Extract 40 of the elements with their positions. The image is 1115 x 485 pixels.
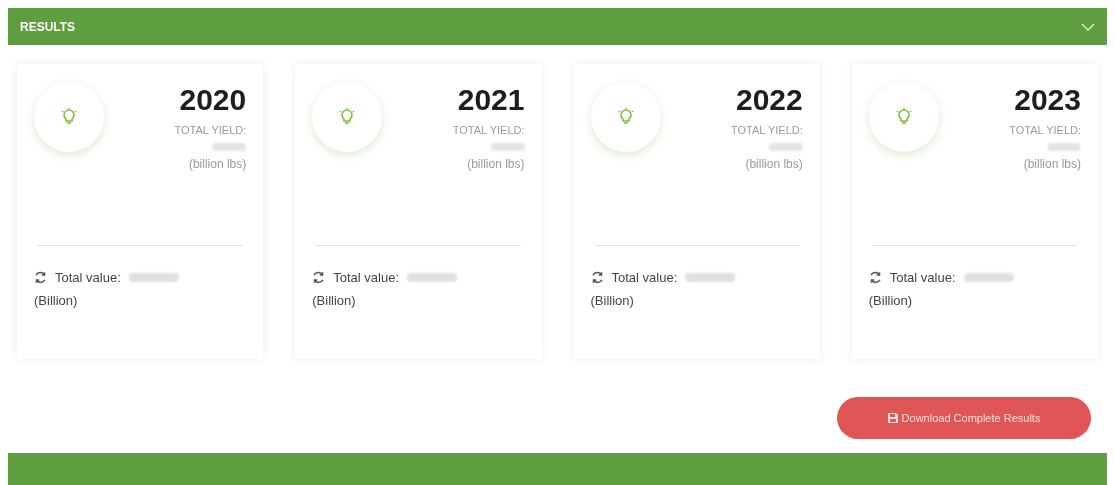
- refresh-icon: [590, 271, 604, 285]
- lightbulb-icon: [339, 108, 356, 127]
- yield-label: TOTAL YIELD:: [174, 123, 247, 139]
- redacted-value: [768, 142, 803, 151]
- year-heading: 2022: [736, 82, 803, 119]
- unit-label: (billion lbs): [745, 155, 803, 173]
- value-unit: (Billion): [34, 292, 79, 311]
- redacted-value: [490, 142, 525, 151]
- year-heading: 2021: [457, 82, 525, 119]
- value-unit: (Billion): [312, 292, 357, 311]
- refresh-icon: [868, 271, 882, 285]
- lightbulb-icon: [617, 108, 634, 127]
- redacted-value: [407, 273, 457, 283]
- redacted-value: [685, 273, 736, 283]
- yield-label: TOTAL YIELD:: [452, 123, 525, 139]
- yield-label: TOTAL YIELD:: [1009, 123, 1081, 139]
- refresh-icon: [312, 271, 326, 285]
- download-button[interactable]: Download Complete Results: [837, 397, 1091, 440]
- value-unit: (Billion): [590, 292, 635, 311]
- value-unit: (Billion): [868, 292, 914, 311]
- year-heading: 2020: [179, 82, 247, 119]
- value-label: Total value:: [611, 268, 678, 287]
- unit-label: (billion lbs): [467, 155, 525, 173]
- unit-label: (billion lbs): [188, 155, 247, 173]
- redacted-value: [212, 142, 247, 151]
- lightbulb-icon: [895, 108, 912, 127]
- year-heading: 2023: [1014, 82, 1081, 119]
- section-title: RESULTS: [20, 18, 76, 36]
- yield-label: TOTAL YIELD:: [731, 123, 803, 139]
- redacted-value: [1047, 142, 1081, 151]
- value-label: Total value:: [333, 268, 399, 287]
- value-label: Total value:: [55, 268, 121, 287]
- results-header[interactable]: RESULTS: [8, 8, 1107, 46]
- redacted-value: [128, 273, 179, 283]
- refresh-icon: [34, 271, 47, 285]
- value-label: Total value:: [889, 268, 956, 287]
- unit-label: (billion lbs): [1023, 155, 1081, 173]
- save-icon: [887, 413, 898, 424]
- redacted-value: [963, 273, 1014, 283]
- lightbulb-icon: [61, 108, 77, 127]
